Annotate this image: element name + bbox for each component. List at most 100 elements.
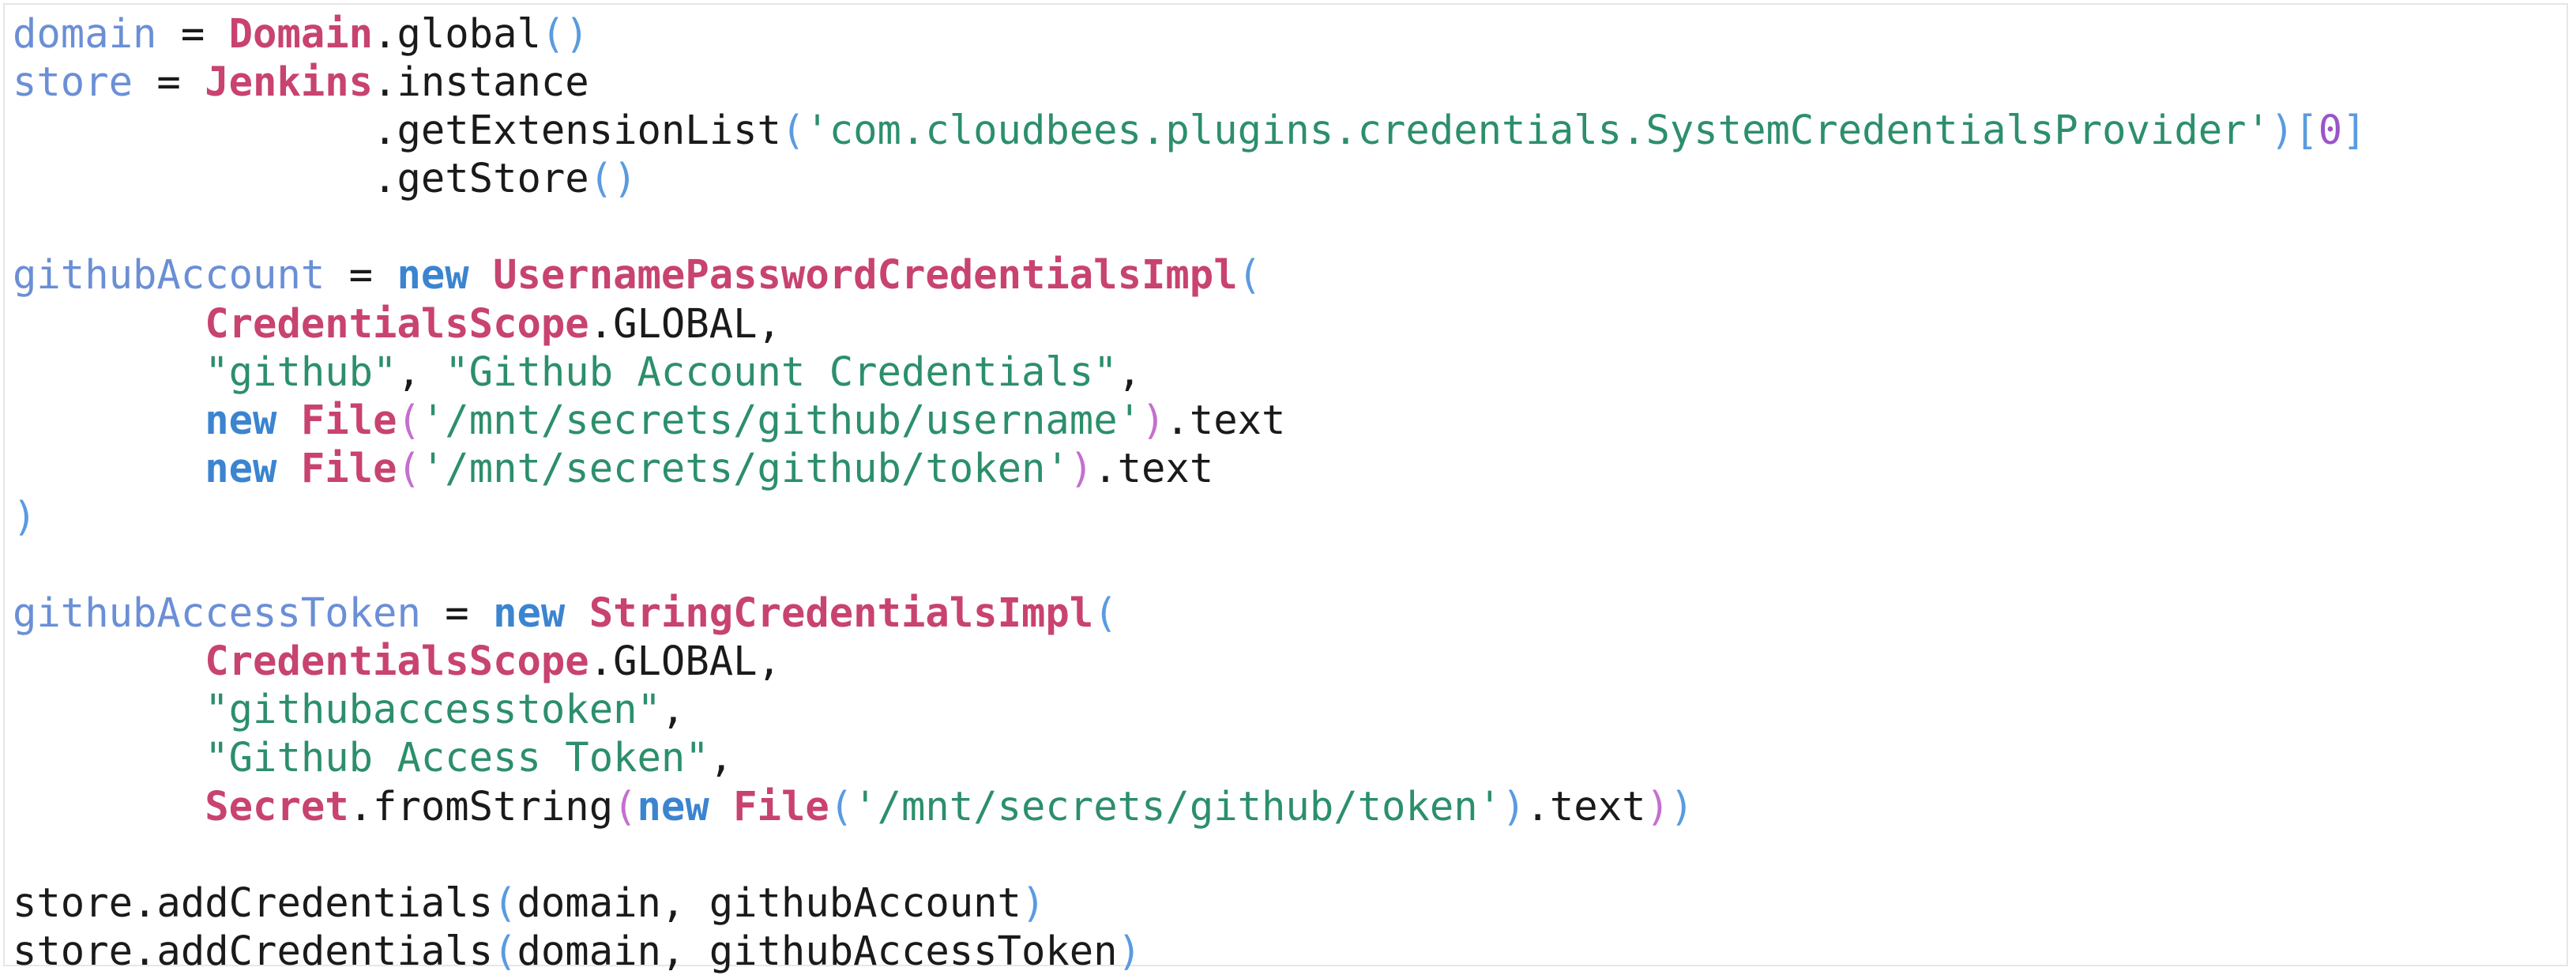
code-line: githubAccount = new UsernamePasswordCred… <box>13 250 2367 299</box>
code-token: 0 <box>2318 107 2343 154</box>
code-line: CredentialsScope.GLOBAL, <box>13 299 2367 348</box>
code-token: .text <box>1525 782 1646 830</box>
code-token: .GLOBAL, <box>589 638 781 685</box>
code-token: new <box>205 396 277 443</box>
code-line: .getStore() <box>13 154 2367 202</box>
code-token: store <box>13 58 134 106</box>
code-line: new File('/mnt/secrets/github/username')… <box>13 396 2367 444</box>
code-token: .instance <box>373 58 589 106</box>
code-token: UsernamePasswordCredentialsImpl <box>493 251 1238 299</box>
code-line: store.addCredentials(domain, githubAcces… <box>13 927 2367 975</box>
code-token: ( <box>493 927 517 974</box>
code-token: new <box>397 251 469 299</box>
code-token: "Github Access Token" <box>205 734 709 781</box>
code-token: ( <box>1237 251 1262 299</box>
code-token: ( <box>397 396 421 443</box>
code-line: ) <box>13 492 2367 540</box>
code-line: "github", "Github Account Credentials", <box>13 348 2367 396</box>
code-token: new <box>205 444 277 491</box>
code-token: domain, githubAccessToken <box>517 927 1118 974</box>
code-token: store.addCredentials <box>13 879 494 926</box>
code-token: "github" <box>205 348 397 395</box>
code-token: new <box>493 589 566 637</box>
code-listing: domain = Domain.global() store = Jenkins.… <box>13 9 2367 975</box>
code-token: )[ <box>2270 107 2318 154</box>
code-token: .global <box>373 10 541 57</box>
code-token: ) <box>1502 782 1526 830</box>
code-line: "githubaccesstoken", <box>13 685 2367 733</box>
code-line: ​ <box>13 830 2367 879</box>
code-token: ( <box>613 782 637 830</box>
code-line: store.addCredentials(domain, githubAccou… <box>13 879 2367 927</box>
code-token: ( <box>1093 589 1118 637</box>
code-line: ​ <box>13 202 2367 250</box>
code-token: ) <box>1645 782 1670 830</box>
code-token: ) <box>13 492 37 540</box>
code-token: '/mnt/secrets/github/username' <box>420 396 1141 443</box>
code-token: store.addCredentials <box>13 927 494 974</box>
code-token: .getExtensionList <box>13 107 781 154</box>
code-token: File <box>300 396 397 443</box>
code-token: ( <box>397 444 421 491</box>
code-token: = <box>156 10 229 57</box>
code-token: domain <box>13 10 157 57</box>
code-token: .text <box>1093 444 1214 491</box>
code-token: = <box>133 58 205 106</box>
code-token: 'com.cloudbees.plugins.credentials.Syste… <box>805 107 2270 154</box>
code-token: '/mnt/secrets/github/token' <box>853 782 1502 830</box>
code-token: , <box>709 734 734 781</box>
code-token: , <box>397 348 446 395</box>
code-line: new File('/mnt/secrets/github/token').te… <box>13 444 2367 492</box>
code-token: '/mnt/secrets/github/token' <box>420 444 1070 491</box>
code-token: ) <box>1669 782 1694 830</box>
code-line: ​ <box>13 540 2367 589</box>
code-token: githubAccessToken <box>13 589 421 637</box>
code-line: "Github Access Token", <box>13 733 2367 781</box>
code-block: domain = Domain.global() store = Jenkins.… <box>3 3 2568 974</box>
code-token: Jenkins <box>205 58 374 106</box>
code-line: domain = Domain.global() <box>13 9 2367 58</box>
code-token: "Github Account Credentials" <box>445 348 1118 395</box>
code-token: ( <box>829 782 854 830</box>
code-token: githubAccount <box>13 251 325 299</box>
code-token: ] <box>2342 107 2367 154</box>
code-token: ) <box>1141 396 1166 443</box>
code-token: ( <box>780 107 806 154</box>
code-token: = <box>420 589 494 637</box>
code-token: CredentialsScope <box>205 638 589 685</box>
code-token: File <box>300 444 397 491</box>
code-token: new <box>637 782 709 830</box>
code-token: () <box>589 155 637 202</box>
code-token: ) <box>1069 444 1094 491</box>
code-token: .text <box>1165 396 1286 443</box>
code-token: ( <box>493 879 517 926</box>
code-token: .GLOBAL, <box>589 299 781 347</box>
code-line: CredentialsScope.GLOBAL, <box>13 637 2367 685</box>
code-token: ) <box>1117 927 1141 974</box>
code-line: githubAccessToken = new StringCredential… <box>13 589 2367 637</box>
code-token: ) <box>1021 879 1046 926</box>
code-token: CredentialsScope <box>205 299 589 347</box>
code-token: Secret <box>205 782 349 830</box>
code-token: () <box>540 10 589 57</box>
code-token: StringCredentialsImpl <box>589 589 1094 637</box>
code-token: , <box>1117 348 1141 395</box>
code-line: store = Jenkins.instance <box>13 58 2367 106</box>
code-token: domain, githubAccount <box>517 879 1021 926</box>
code-token: Domain <box>228 10 374 57</box>
code-line: .getExtensionList('com.cloudbees.plugins… <box>13 106 2367 154</box>
code-token: .getStore <box>13 155 589 202</box>
code-token: .fromString <box>348 782 614 830</box>
code-token: "githubaccesstoken" <box>205 686 661 733</box>
